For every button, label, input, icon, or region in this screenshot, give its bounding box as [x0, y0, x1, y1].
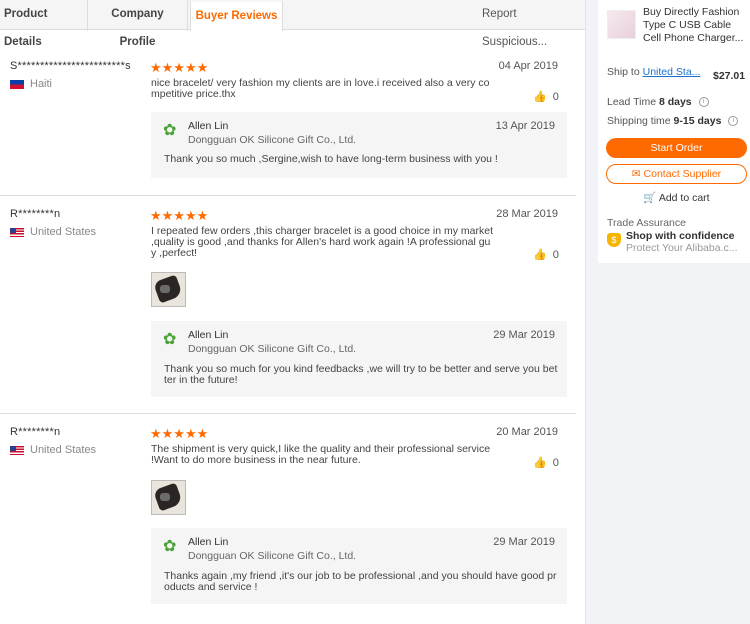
- report-suspicious-link[interactable]: Report Suspicious...: [478, 0, 585, 48]
- tab-bar: Product Details Company Profile Buyer Re…: [0, 0, 585, 48]
- lead-time-label: Lead Time: [607, 96, 657, 108]
- reply-author: Allen Lin: [188, 329, 229, 341]
- reviews-panel: Product Details Company Profile Buyer Re…: [0, 0, 586, 624]
- like-count: 0: [552, 456, 559, 469]
- price: $27.01: [713, 70, 746, 82]
- mail-icon: ✉: [631, 168, 641, 180]
- us-flag-icon: [10, 227, 24, 237]
- buyer-country: Haiti: [10, 78, 52, 90]
- thumbs-up-icon: 👍: [533, 91, 547, 103]
- ship-to-label: Ship to: [607, 66, 640, 78]
- photo-charger-shape: [160, 285, 170, 293]
- like-count: 0: [552, 90, 559, 103]
- trade-assurance-label[interactable]: Trade Assurance: [607, 217, 686, 229]
- reply-company: Dongguan OK Silicone Gift Co., Ltd.: [188, 343, 357, 355]
- review-date: 04 Apr 2019: [498, 60, 558, 72]
- supplier-reply: ✿ Allen Lin Dongguan OK Silicone Gift Co…: [151, 112, 567, 178]
- shipping-time-value: 9-15 days: [673, 115, 722, 127]
- reply-date: 29 Mar 2019: [493, 536, 555, 548]
- like-button[interactable]: 👍 0: [533, 90, 559, 104]
- review-date: 28 Mar 2019: [496, 208, 558, 220]
- shipping-time-label: Shipping time: [607, 115, 671, 127]
- add-to-cart-label: Add to cart: [658, 192, 710, 204]
- reply-text: Thanks again ,my friend ,it's our job to…: [164, 570, 557, 593]
- reply-author: Allen Lin: [188, 536, 229, 548]
- reply-author: Allen Lin: [188, 120, 229, 132]
- info-icon[interactable]: i: [698, 97, 709, 108]
- buyer-country: United States: [10, 444, 96, 456]
- buyer-name: R********n: [10, 208, 61, 220]
- star-rating: ★★★★★: [150, 426, 209, 441]
- star-rating: ★★★★★: [150, 208, 209, 223]
- contact-supplier-label: Contact Supplier: [643, 168, 722, 180]
- buyer-name: S************************s: [10, 60, 131, 72]
- review-item: R********n United States ★★★★★ 20 Mar 20…: [0, 414, 576, 624]
- country-label: United States: [30, 226, 97, 238]
- like-button[interactable]: 👍 0: [533, 456, 559, 470]
- supplier-logo-icon: ✿: [163, 331, 177, 348]
- thumbs-up-icon: 👍: [533, 457, 547, 469]
- shield-icon: $: [607, 233, 621, 247]
- buyer-country: United States: [10, 226, 96, 238]
- product-title[interactable]: Buy Directly Fashion Type C USB Cable Ce…: [643, 6, 748, 45]
- info-icon[interactable]: i: [728, 116, 739, 127]
- like-button[interactable]: 👍 0: [533, 248, 559, 262]
- supplier-reply: ✿ Allen Lin Dongguan OK Silicone Gift Co…: [151, 321, 567, 397]
- reply-date: 29 Mar 2019: [493, 329, 555, 341]
- product-thumbnail[interactable]: [607, 10, 636, 39]
- review-item: R********n United States ★★★★★ 28 Mar 20…: [0, 196, 576, 414]
- review-photo[interactable]: [151, 480, 186, 515]
- supplier-logo-icon: ✿: [163, 538, 177, 555]
- buyer-name: R********n: [10, 426, 61, 438]
- reply-date: 13 Apr 2019: [495, 120, 555, 132]
- add-to-cart-button[interactable]: 🛒 Add to cart: [606, 191, 747, 204]
- lead-time-value: 8 days: [658, 96, 692, 108]
- tab-product-details[interactable]: Product Details: [0, 0, 84, 48]
- lead-time: Lead Time 8 days i: [607, 96, 709, 108]
- review-comment: The shipment is very quick,I like the qu…: [151, 443, 491, 466]
- order-sidebar: Buy Directly Fashion Type C USB Cable Ce…: [598, 0, 750, 263]
- reply-company: Dongguan OK Silicone Gift Co., Ltd.: [188, 134, 357, 146]
- like-count: 0: [552, 248, 559, 261]
- us-flag-icon: [10, 445, 24, 455]
- photo-charger-shape: [160, 493, 170, 501]
- ship-to: Ship to United Sta...: [607, 66, 700, 78]
- cart-icon: 🛒: [643, 192, 657, 204]
- country-label: United States: [30, 444, 97, 456]
- supplier-reply: ✿ Allen Lin Dongguan OK Silicone Gift Co…: [151, 528, 567, 604]
- review-item: S************************s Haiti ★★★★★ 0…: [0, 48, 576, 196]
- review-photo[interactable]: [151, 272, 186, 307]
- tab-company-profile[interactable]: Company Profile: [87, 0, 188, 48]
- contact-supplier-button[interactable]: ✉ Contact Supplier: [606, 164, 747, 184]
- thumbs-up-icon: 👍: [533, 249, 547, 261]
- tab-buyer-reviews[interactable]: Buyer Reviews: [190, 0, 283, 31]
- protect-text: Protect Your Alibaba.c...: [626, 242, 738, 254]
- shop-confidence-label: Shop with confidence: [626, 230, 735, 242]
- reply-company: Dongguan OK Silicone Gift Co., Ltd.: [188, 550, 357, 562]
- start-order-button[interactable]: Start Order: [606, 138, 747, 158]
- star-rating: ★★★★★: [150, 60, 209, 75]
- country-label: Haiti: [30, 78, 53, 90]
- review-date: 20 Mar 2019: [496, 426, 558, 438]
- ship-to-country-link[interactable]: United Sta...: [643, 66, 701, 78]
- reply-text: Thank you so much ,Sergine,wish to have …: [164, 153, 498, 165]
- review-comment: I repeated few orders ,this charger brac…: [151, 225, 493, 259]
- haiti-flag-icon: [10, 79, 24, 89]
- shipping-time: Shipping time 9-15 days i: [607, 115, 739, 127]
- review-comment: nice bracelet/ very fashion my clients a…: [151, 77, 490, 100]
- reply-text: Thank you so much for you kind feedbacks…: [164, 363, 558, 386]
- supplier-logo-icon: ✿: [163, 122, 177, 139]
